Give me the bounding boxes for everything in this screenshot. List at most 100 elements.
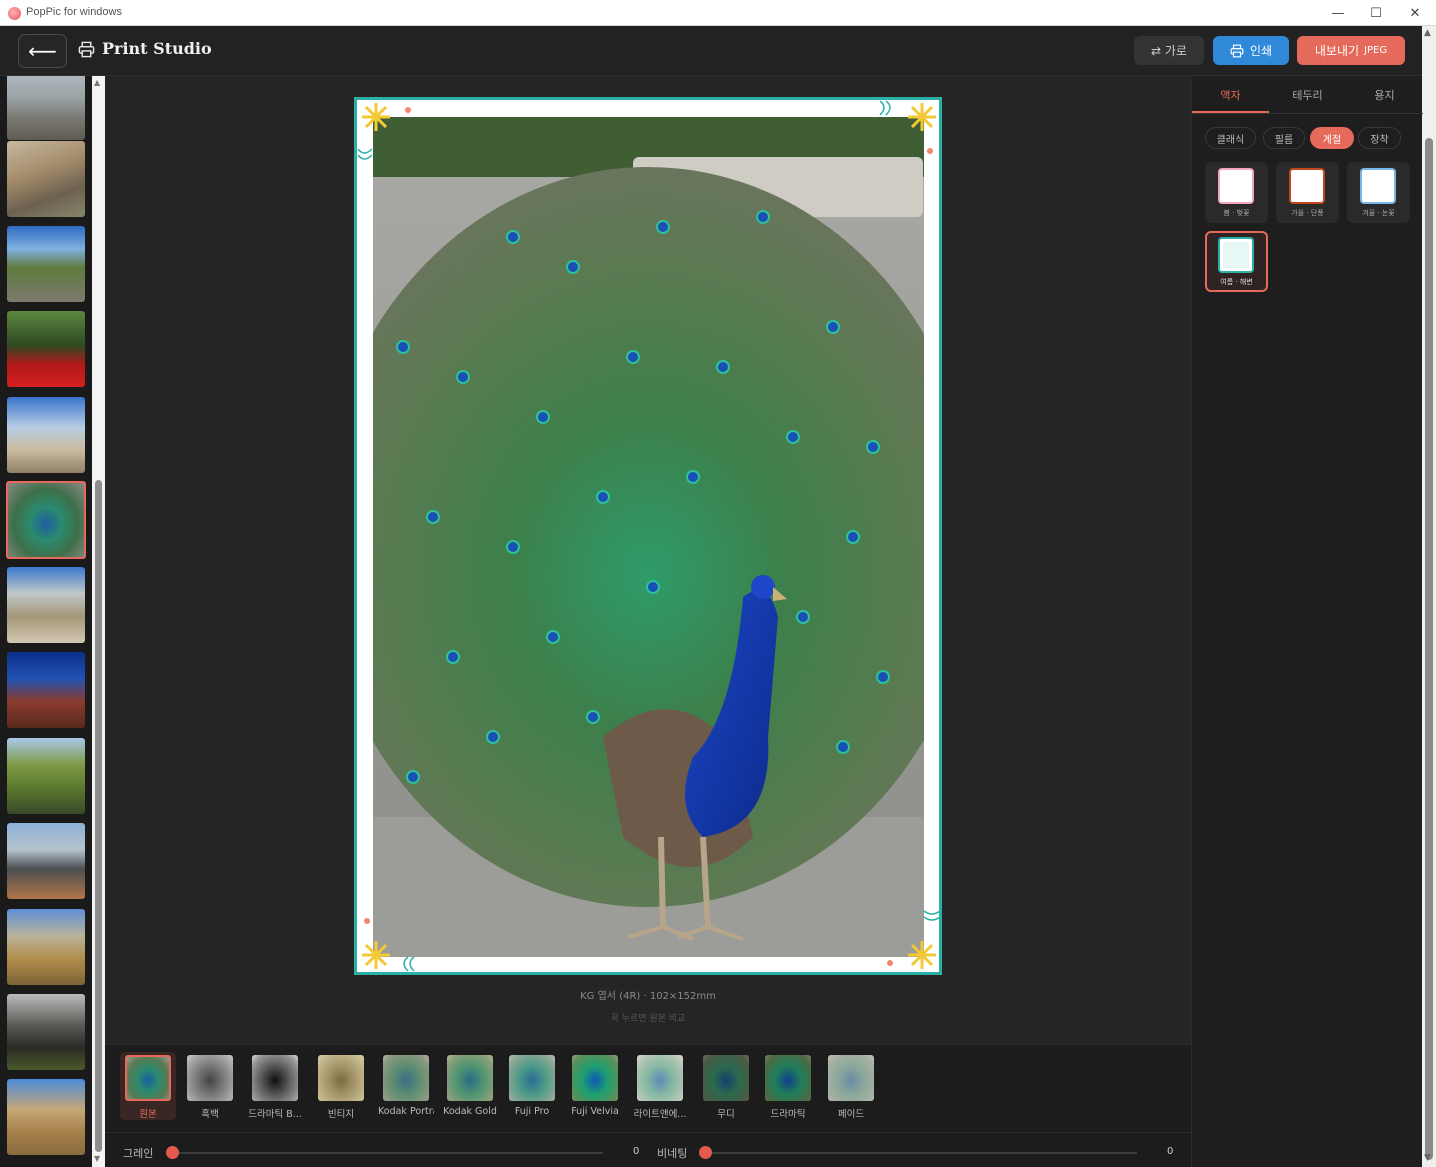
filter-thumbnail — [703, 1055, 749, 1101]
window-scrollbar-thumb[interactable] — [1425, 138, 1433, 1160]
scroll-up-icon[interactable]: ▲ — [94, 78, 100, 87]
window-titlebar: PopPic for windows — ☐ ✕ — [0, 0, 1436, 26]
filter-label: 빈티지 — [327, 1109, 355, 1120]
frame-tile-label: 가을 · 단풍 — [1291, 209, 1324, 217]
grain-slider-handle[interactable] — [166, 1146, 179, 1159]
chip-film[interactable]: 필름 — [1263, 127, 1305, 149]
frame-tile-spring[interactable]: 봄 · 벚꽃 — [1205, 162, 1268, 223]
summer-frame-decoration — [357, 100, 941, 972]
maximize-button[interactable]: ☐ — [1357, 0, 1395, 26]
photo-thumbnail-strip — [0, 76, 92, 1167]
filter-label: 무디 — [717, 1109, 735, 1120]
frame-swatch — [1220, 239, 1252, 271]
frame-swatch — [1362, 170, 1394, 202]
filter-label: 페이드 — [837, 1109, 865, 1120]
close-button[interactable]: ✕ — [1396, 0, 1434, 26]
printer-icon — [78, 41, 95, 58]
filter-label: 드라마틱 B... — [248, 1109, 302, 1120]
filter-thumbnail — [447, 1055, 493, 1101]
photo-thumbnail[interactable] — [7, 141, 85, 217]
filter-label: Kodak Gold — [443, 1106, 497, 1117]
back-button[interactable]: ⟵ — [18, 34, 67, 68]
vignette-label: 비네팅 — [657, 1147, 688, 1160]
filter-label: 드라마틱 — [770, 1109, 806, 1120]
frame-tile-label: 겨울 · 눈꽃 — [1362, 209, 1395, 217]
photo-thumbnail[interactable] — [7, 909, 85, 985]
filter-thumbnail — [383, 1055, 429, 1101]
filter-dramatic-bw[interactable]: 드라마틱 B... — [247, 1055, 303, 1120]
scroll-up-icon[interactable]: ▲ — [1424, 28, 1431, 38]
export-button[interactable]: 내보내기 JPEG — [1297, 36, 1405, 65]
thumbnail-scrollbar[interactable]: ▲ ▼ — [92, 76, 105, 1167]
filter-label: 흑백 — [201, 1109, 219, 1120]
chip-classic[interactable]: 클래식 — [1205, 127, 1256, 149]
frame-tile-winter[interactable]: 겨울 · 눈꽃 — [1347, 162, 1410, 223]
photo-thumbnail[interactable] — [7, 738, 85, 814]
photo-thumbnail[interactable] — [7, 652, 85, 728]
window-scrollbar[interactable]: ▲ ▼ — [1422, 26, 1436, 1167]
printer-icon — [1230, 44, 1244, 57]
filter-thumbnail — [828, 1055, 874, 1101]
photo-thumbnail[interactable] — [7, 1079, 85, 1155]
vignette-slider-handle[interactable] — [699, 1146, 712, 1159]
export-format: JPEG — [1364, 45, 1388, 56]
filter-moody[interactable]: 무디 — [698, 1055, 754, 1120]
frame-tile-label: 봄 · 벚꽃 — [1223, 209, 1250, 217]
photo-thumbnail[interactable] — [7, 994, 85, 1070]
filter-thumbnail — [572, 1055, 618, 1101]
filter-dramatic[interactable]: 드라마틱 — [760, 1055, 816, 1120]
filter-thumbnail — [509, 1055, 555, 1101]
photo-thumbnail[interactable] — [7, 76, 85, 140]
tab-paper[interactable]: 용지 — [1346, 87, 1423, 103]
vignette-slider-track[interactable] — [705, 1152, 1137, 1154]
print-button[interactable]: 인쇄 — [1213, 36, 1289, 65]
scroll-down-icon[interactable]: ▼ — [94, 1154, 100, 1163]
photo-thumbnail[interactable] — [7, 567, 85, 643]
filter-thumbnail — [252, 1055, 298, 1101]
filter-thumbnail — [318, 1055, 364, 1101]
grain-slider-track[interactable] — [173, 1152, 603, 1154]
frame-tile-label: 여름 · 해변 — [1220, 278, 1253, 286]
frame-swatch — [1220, 170, 1252, 202]
active-tab-indicator — [1192, 111, 1269, 113]
adjustment-sliders: 그레인 0 비네팅 0 — [105, 1132, 1191, 1167]
photo-thumbnail[interactable] — [7, 823, 85, 899]
photo-thumbnail[interactable] — [7, 397, 85, 473]
chip-decor[interactable]: 장착 — [1358, 127, 1401, 149]
filter-vintage[interactable]: 빈티지 — [313, 1055, 369, 1120]
page-title: Print Studio — [102, 39, 212, 58]
tab-frame[interactable]: 액자 — [1192, 87, 1269, 103]
frame-swatch — [1291, 170, 1323, 202]
filter-kodak-gold[interactable]: Kodak Gold — [442, 1055, 498, 1117]
scroll-down-icon[interactable]: ▼ — [1424, 1153, 1431, 1163]
compare-hint: 꾹 누르면 원본 비교 — [610, 1014, 686, 1024]
frame-tile-autumn[interactable]: 가을 · 단풍 — [1276, 162, 1339, 223]
app-header: ⟵ Print Studio ⇄ 가로 인쇄 내보내기 JPEG — [0, 26, 1422, 76]
filter-fade[interactable]: 페이드 — [823, 1055, 879, 1120]
export-button-label: 내보내기 — [1314, 44, 1360, 58]
frame-tile-summer[interactable]: 여름 · 해변 — [1205, 231, 1268, 292]
photo-thumbnail[interactable] — [7, 311, 85, 387]
filter-bw[interactable]: 흑백 — [182, 1055, 238, 1120]
filter-original[interactable]: 원본 — [120, 1052, 176, 1120]
paper-info: KG 엽서 (4R) · 102×152mm — [580, 991, 716, 1002]
app-logo-icon — [8, 7, 21, 20]
minimize-button[interactable]: — — [1319, 0, 1357, 26]
photo-thumbnail[interactable] — [7, 226, 85, 302]
filter-kodak-portra[interactable]: Kodak Portra — [378, 1055, 434, 1117]
grain-label: 그레인 — [123, 1147, 154, 1160]
filter-fuji-pro[interactable]: Fuji Pro — [504, 1055, 560, 1117]
chip-season[interactable]: 계절 — [1310, 127, 1354, 149]
photo-thumbnail-selected[interactable] — [6, 481, 86, 559]
filter-fuji-velvia[interactable]: Fuji Velvia — [567, 1055, 623, 1117]
filter-bar: 원본 흑백 드라마틱 B... 빈티지 Kodak Portra Kodak G… — [105, 1044, 1191, 1132]
thumbnail-scrollbar-thumb[interactable] — [95, 480, 102, 1152]
print-frame-preview[interactable] — [354, 97, 942, 975]
filter-label: 원본 — [139, 1109, 157, 1120]
orientation-toggle-button[interactable]: ⇄ 가로 — [1134, 36, 1204, 65]
tab-border[interactable]: 테두리 — [1269, 87, 1346, 103]
window-title: PopPic for windows — [26, 6, 122, 18]
grain-value: 0 — [633, 1146, 640, 1157]
print-button-label: 인쇄 — [1249, 44, 1273, 58]
filter-light-and-airy[interactable]: 라이트앤에... — [632, 1055, 688, 1120]
